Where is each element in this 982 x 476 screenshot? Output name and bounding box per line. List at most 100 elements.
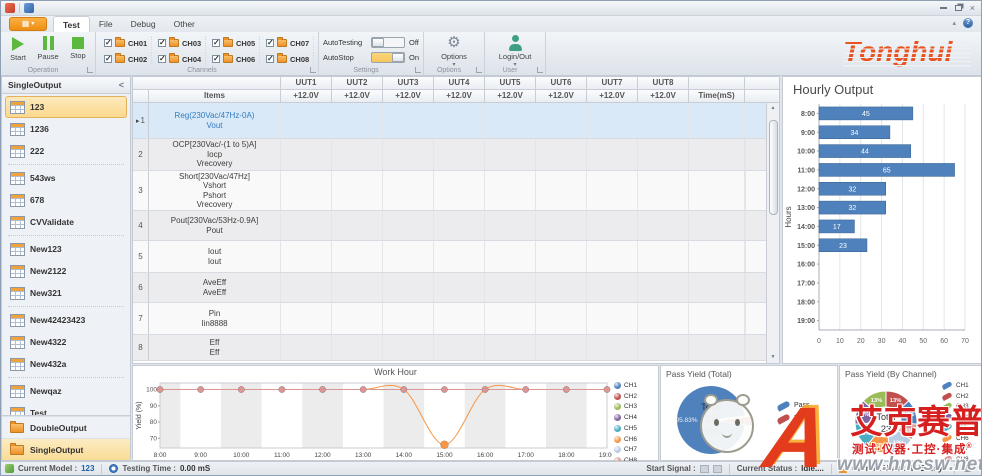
autostop-toggle[interactable]	[371, 52, 405, 63]
column-header-uut1[interactable]: UUT1	[281, 77, 332, 90]
result-cell-uut6[interactable]	[536, 335, 587, 360]
dialog-launcher-icon[interactable]	[310, 67, 316, 73]
result-cell-uut7[interactable]	[587, 211, 638, 240]
test-item-cell[interactable]: Short[230Vac/47Hz]VshortPshortVrecovery	[149, 171, 281, 210]
table-row[interactable]: 3Short[230Vac/47Hz]VshortPshortVrecovery	[133, 171, 779, 211]
column-header-uut6[interactable]: UUT6	[536, 77, 587, 90]
result-cell-uut8[interactable]	[638, 273, 689, 302]
test-item-cell[interactable]: EffEff	[149, 335, 281, 360]
result-cell-uut2[interactable]	[332, 171, 383, 210]
result-cell-uut1[interactable]	[281, 273, 332, 302]
result-cell-uut8[interactable]	[638, 211, 689, 240]
table-row[interactable]: 5IoutIout	[133, 241, 779, 273]
table-row[interactable]: 7PinIin8888	[133, 303, 779, 335]
sidebar-item-123[interactable]: 123	[5, 96, 127, 118]
sidebar-item-cvvalidate[interactable]: CVValidate	[5, 211, 127, 233]
result-cell-uut8[interactable]	[638, 241, 689, 272]
tab-test[interactable]: Test	[53, 16, 90, 32]
result-cell-uut5[interactable]	[485, 335, 536, 360]
sidebar-item-new42423423[interactable]: New42423423	[5, 309, 127, 331]
result-cell-uut8[interactable]	[638, 335, 689, 360]
channel-checkbox-ch01[interactable]: CH01	[100, 36, 152, 50]
table-row[interactable]: 6AveEffAveEff	[133, 273, 779, 303]
autotesting-toggle[interactable]	[371, 37, 405, 48]
result-cell-uut1[interactable]	[281, 139, 332, 170]
result-cell-uut2[interactable]	[332, 103, 383, 138]
dialog-launcher-icon[interactable]	[537, 67, 543, 73]
result-cell-uut7[interactable]	[587, 273, 638, 302]
dialog-launcher-icon[interactable]	[415, 67, 421, 73]
result-cell-uut1[interactable]	[281, 335, 332, 360]
result-cell-uut3[interactable]	[383, 241, 434, 272]
sidebar-item-678[interactable]: 678	[5, 189, 127, 211]
result-cell-uut3[interactable]	[383, 171, 434, 210]
result-cell-uut2[interactable]	[332, 335, 383, 360]
options-button[interactable]: ⚙ Options ▾	[428, 34, 480, 68]
result-cell-uut3[interactable]	[383, 103, 434, 138]
stop-button[interactable]: Stop	[65, 34, 91, 62]
result-cell-uut4[interactable]	[434, 273, 485, 302]
dialog-launcher-icon[interactable]	[87, 67, 93, 73]
sidebar-header[interactable]: SingleOutput <	[2, 77, 130, 94]
column-header-uut2[interactable]: UUT2	[332, 77, 383, 90]
test-item-cell[interactable]: AveEffAveEff	[149, 273, 281, 302]
result-cell-uut2[interactable]	[332, 139, 383, 170]
application-menu-button[interactable]: ▦ ▾	[9, 17, 47, 31]
table-row[interactable]: 8EffEff	[133, 335, 779, 361]
tab-debug[interactable]: Debug	[122, 16, 165, 32]
column-header-time[interactable]: Time(mS)	[689, 90, 745, 103]
channel-checkbox-ch06[interactable]: CH06	[208, 52, 260, 66]
test-item-cell[interactable]: IoutIout	[149, 241, 281, 272]
scrollbar-track[interactable]	[769, 114, 778, 352]
minimize-button[interactable]	[940, 7, 947, 9]
restore-button[interactable]	[955, 5, 962, 11]
result-cell-uut4[interactable]	[434, 335, 485, 360]
result-cell-uut5[interactable]	[485, 103, 536, 138]
result-cell-uut2[interactable]	[332, 303, 383, 334]
tab-other[interactable]: Other	[165, 16, 204, 32]
result-cell-uut4[interactable]	[434, 103, 485, 138]
view-icon[interactable]	[962, 465, 973, 472]
sidebar-item-1236[interactable]: 1236	[5, 118, 127, 140]
scrollbar-thumb[interactable]	[769, 120, 778, 215]
result-cell-uut3[interactable]	[383, 139, 434, 170]
result-cell-uut6[interactable]	[536, 171, 587, 210]
sidebar-footer-doubleoutput[interactable]: DoubleOutput	[2, 416, 130, 438]
result-cell-uut1[interactable]	[281, 171, 332, 210]
result-cell-uut7[interactable]	[587, 103, 638, 138]
result-cell-uut3[interactable]	[383, 303, 434, 334]
column-header-items[interactable]: Items	[149, 90, 281, 103]
result-cell-uut4[interactable]	[434, 241, 485, 272]
result-cell-uut5[interactable]	[485, 139, 536, 170]
sidebar-item-test[interactable]: Test	[5, 402, 127, 415]
help-icon[interactable]: ?	[963, 18, 973, 28]
sidebar-footer-singleoutput[interactable]: SingleOutput	[2, 438, 130, 460]
sidebar-item-new432a[interactable]: New432a	[5, 353, 127, 375]
result-cell-uut7[interactable]	[587, 171, 638, 210]
result-cell-uut7[interactable]	[587, 303, 638, 334]
channel-checkbox-ch05[interactable]: CH05	[208, 36, 260, 50]
channel-checkbox-ch03[interactable]: CH03	[154, 36, 206, 50]
pause-button[interactable]: Pause	[35, 34, 61, 62]
column-header-uut8[interactable]: UUT8	[638, 77, 689, 90]
result-cell-uut6[interactable]	[536, 273, 587, 302]
result-cell-uut8[interactable]	[638, 139, 689, 170]
result-cell-uut6[interactable]	[536, 211, 587, 240]
channel-checkbox-ch02[interactable]: CH02	[100, 52, 152, 66]
result-cell-uut6[interactable]	[536, 241, 587, 272]
result-cell-uut5[interactable]	[485, 273, 536, 302]
result-cell-uut5[interactable]	[485, 211, 536, 240]
quick-access-icon[interactable]	[24, 3, 34, 13]
column-header-uut7[interactable]: UUT7	[587, 77, 638, 90]
dialog-launcher-icon[interactable]	[476, 67, 482, 73]
test-item-cell[interactable]: Pout[230Vac/53Hz-0.9A]Pout	[149, 211, 281, 240]
sidebar-item-new123[interactable]: New123	[5, 238, 127, 260]
result-cell-uut1[interactable]	[281, 303, 332, 334]
sidebar-item-newqaz[interactable]: Newqaz	[5, 380, 127, 402]
result-cell-uut1[interactable]	[281, 211, 332, 240]
result-cell-uut7[interactable]	[587, 139, 638, 170]
table-row[interactable]: 2OCP[230Vac/-(1 to 5)A]IocpVrecovery	[133, 139, 779, 171]
column-header-uut5[interactable]: UUT5	[485, 77, 536, 90]
result-cell-uut8[interactable]	[638, 171, 689, 210]
table-row[interactable]: ▸1Reg(230Vac/47Hz-0A)Vout	[133, 103, 779, 139]
